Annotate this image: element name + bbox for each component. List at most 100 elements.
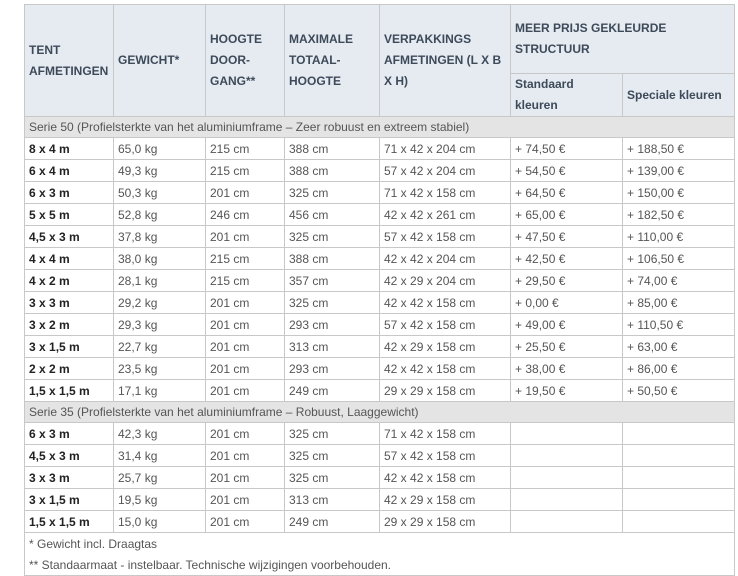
cell-package-size: 57 x 42 x 204 cm (379, 159, 511, 182)
cell-package-size: 42 x 42 x 158 cm (379, 357, 511, 380)
cell-max-height: 456 cm (284, 203, 380, 226)
cell-max-height: 388 cm (284, 159, 380, 182)
table-row: 4,5 x 3 m 37,8 kg 201 cm 325 cm 57 x 42 x 15… (24, 225, 736, 248)
cell-weight: 49,3 kg (113, 159, 206, 182)
cell-special-color-price: + 110,50 € (621, 313, 736, 336)
cell-weight: 37,8 kg (113, 225, 206, 248)
cell-standard-color-price: + 47,50 € (510, 225, 623, 248)
footnote-row: ** Standaarmaat - instelbaar. Technische… (23, 554, 736, 576)
cell-max-height: 325 cm (284, 466, 380, 489)
cell-tent-size: 4 x 4 m (24, 247, 114, 270)
cell-package-size: 71 x 42 x 158 cm (379, 422, 511, 445)
cell-weight: 38,0 kg (113, 247, 206, 270)
cell-standard-color-price: + 65,00 € (510, 203, 623, 226)
footnote: ** Standaarmaat - instelbaar. Technische… (23, 554, 736, 576)
spec-table-container: TENT AFMETINGEN GEWICHT* HOOGTE DOOR-GAN… (23, 4, 736, 576)
cell-door-height: 201 cm (205, 181, 285, 204)
cell-tent-size: 2 x 2 m (24, 357, 114, 380)
cell-tent-size: 4,5 x 3 m (24, 444, 114, 467)
cell-standard-color-price (510, 488, 623, 511)
cell-special-color-price (621, 510, 736, 533)
cell-tent-size: 3 x 2 m (24, 313, 114, 336)
cell-tent-size: 6 x 3 m (24, 181, 114, 204)
cell-weight: 65,0 kg (113, 137, 206, 160)
series-header-row: Serie 50 (Profielsterkte van het alumini… (23, 116, 736, 138)
cell-special-color-price: + 106,50 € (621, 247, 736, 270)
cell-weight: 50,3 kg (113, 181, 206, 204)
header-standaard-kleuren: Standaard kleuren (510, 73, 623, 117)
cell-weight: 23,5 kg (113, 357, 206, 380)
cell-max-height: 313 cm (284, 488, 380, 511)
footnote-row: * Gewicht incl. Draagtas (23, 532, 736, 554)
cell-max-height: 357 cm (284, 269, 380, 292)
table-row: 8 x 4 m 65,0 kg 215 cm 388 cm 71 x 42 x 204 … (24, 137, 736, 160)
cell-standard-color-price (510, 466, 623, 489)
cell-door-height: 201 cm (205, 313, 285, 336)
cell-standard-color-price: + 74,50 € (510, 137, 623, 160)
cell-special-color-price: + 110,00 € (621, 225, 736, 248)
table-row: 3 x 1,5 m 22,7 kg 201 cm 313 cm 42 x 29 x 15… (24, 335, 736, 358)
cell-standard-color-price: + 29,50 € (510, 269, 623, 292)
table-row: 1,5 x 1,5 m 15,0 kg 201 cm 249 cm 29 x 29 x … (24, 510, 736, 533)
cell-max-height: 388 cm (284, 247, 380, 270)
header-verpakkings-afmetingen: VERPAKKINGS AFMETINGEN (L X B X H) (379, 4, 511, 117)
cell-weight: 22,7 kg (113, 335, 206, 358)
cell-standard-color-price: + 64,50 € (510, 181, 623, 204)
cell-special-color-price (621, 488, 736, 511)
table-row: 3 x 3 m 29,2 kg 201 cm 325 cm 42 x 42 x 158 … (24, 291, 736, 314)
cell-package-size: 42 x 42 x 158 cm (379, 291, 511, 314)
cell-weight: 17,1 kg (113, 379, 206, 402)
series-header-row: Serie 35 (Profielsterkte van het alumini… (23, 401, 736, 423)
cell-tent-size: 3 x 1,5 m (24, 488, 114, 511)
header-tent-afmetingen: TENT AFMETINGEN (24, 4, 114, 117)
cell-max-height: 325 cm (284, 291, 380, 314)
cell-package-size: 57 x 42 x 158 cm (379, 313, 511, 336)
header-gewicht: GEWICHT* (113, 4, 206, 117)
cell-standard-color-price (510, 422, 623, 445)
cell-max-height: 325 cm (284, 444, 380, 467)
cell-package-size: 57 x 42 x 158 cm (379, 444, 511, 467)
cell-special-color-price: + 182,50 € (621, 203, 736, 226)
cell-package-size: 57 x 42 x 158 cm (379, 225, 511, 248)
cell-weight: 15,0 kg (113, 510, 206, 533)
table-row: 6 x 3 m 42,3 kg 201 cm 325 cm 71 x 42 x 158 … (24, 422, 736, 445)
cell-package-size: 71 x 42 x 204 cm (379, 137, 511, 160)
cell-tent-size: 4 x 2 m (24, 269, 114, 292)
cell-door-height: 201 cm (205, 379, 285, 402)
tent-spec-table: TENT AFMETINGEN GEWICHT* HOOGTE DOOR-GAN… (23, 4, 736, 576)
cell-door-height: 215 cm (205, 269, 285, 292)
cell-special-color-price (621, 422, 736, 445)
cell-tent-size: 3 x 3 m (24, 466, 114, 489)
table-row: 1,5 x 1,5 m 17,1 kg 201 cm 249 cm 29 x 29 x … (24, 379, 736, 402)
header-hoogte-doorgang: HOOGTE DOOR-GANG** (205, 4, 285, 117)
cell-weight: 29,3 kg (113, 313, 206, 336)
cell-special-color-price: + 50,50 € (621, 379, 736, 402)
table-row: 4 x 2 m 28,1 kg 215 cm 357 cm 42 x 29 x 204 … (24, 269, 736, 292)
cell-standard-color-price: + 54,50 € (510, 159, 623, 182)
table-row: 3 x 1,5 m 19,5 kg 201 cm 313 cm 42 x 29 x 15… (24, 488, 736, 511)
cell-special-color-price: + 188,50 € (621, 137, 736, 160)
cell-standard-color-price: + 19,50 € (510, 379, 623, 402)
cell-door-height: 215 cm (205, 137, 285, 160)
cell-special-color-price: + 139,00 € (621, 159, 736, 182)
cell-weight: 19,5 kg (113, 488, 206, 511)
cell-special-color-price: + 150,00 € (621, 181, 736, 204)
table-body: Serie 50 (Profielsterkte van het alumini… (23, 116, 736, 576)
cell-package-size: 42 x 42 x 204 cm (379, 247, 511, 270)
table-row: 3 x 3 m 25,7 kg 201 cm 325 cm 42 x 42 x 158 … (24, 466, 736, 489)
cell-tent-size: 3 x 1,5 m (24, 335, 114, 358)
cell-tent-size: 1,5 x 1,5 m (24, 510, 114, 533)
table-row: 3 x 2 m 29,3 kg 201 cm 293 cm 57 x 42 x 158 … (24, 313, 736, 336)
cell-weight: 42,3 kg (113, 422, 206, 445)
cell-door-height: 201 cm (205, 335, 285, 358)
cell-door-height: 215 cm (205, 247, 285, 270)
cell-standard-color-price: + 42,50 € (510, 247, 623, 270)
cell-special-color-price: + 85,00 € (621, 291, 736, 314)
cell-door-height: 246 cm (205, 203, 285, 226)
cell-tent-size: 5 x 5 m (24, 203, 114, 226)
cell-standard-color-price: + 25,50 € (510, 335, 623, 358)
cell-standard-color-price: + 38,00 € (510, 357, 623, 380)
table-row: 2 x 2 m 23,5 kg 201 cm 293 cm 42 x 42 x 158 … (24, 357, 736, 380)
cell-package-size: 42 x 29 x 204 cm (379, 269, 511, 292)
cell-package-size: 29 x 29 x 158 cm (379, 379, 511, 402)
